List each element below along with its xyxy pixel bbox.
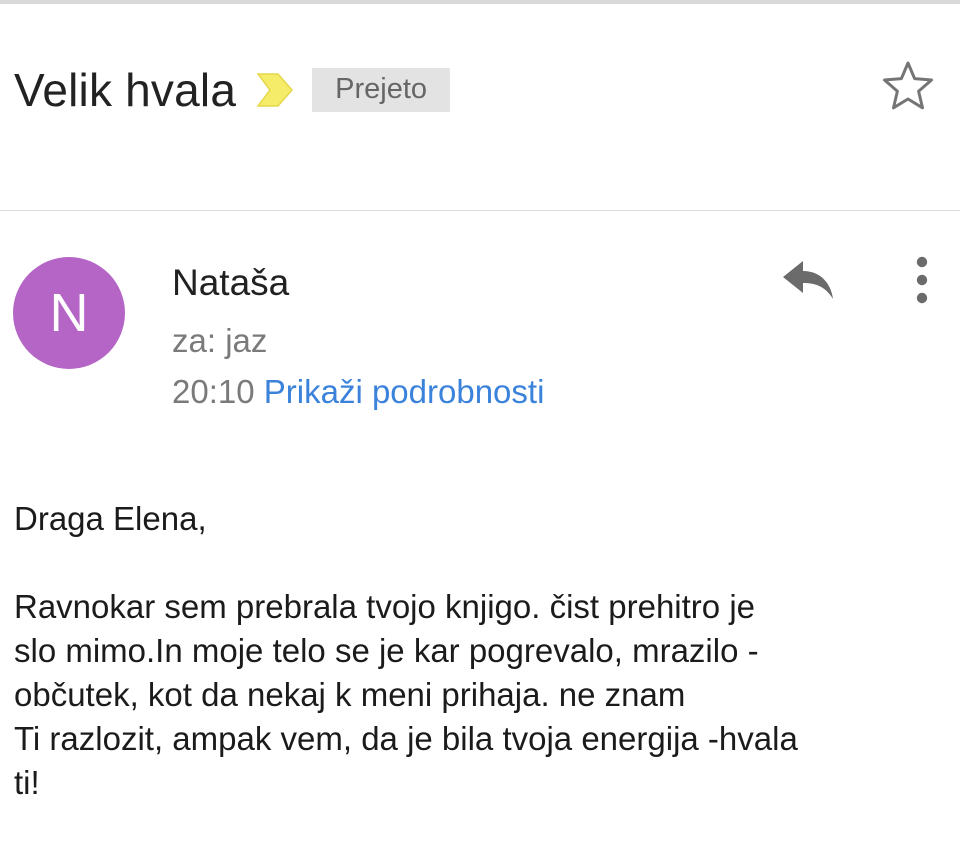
body-paragraph: Ravnokar sem prebrala tvojo knjigo. čist… bbox=[14, 585, 944, 805]
body-line: ti! bbox=[14, 764, 40, 801]
message-body: Draga Elena, Ravnokar sem prebrala tvojo… bbox=[14, 497, 944, 805]
show-details-link[interactable]: Prikaži podrobnosti bbox=[264, 373, 545, 410]
more-vert-icon bbox=[916, 256, 928, 309]
label-chip-inbox[interactable]: Prejeto bbox=[312, 68, 451, 112]
importance-marker-icon[interactable] bbox=[256, 70, 294, 110]
body-line: Ravnokar sem prebrala tvojo knjigo. čist… bbox=[14, 588, 756, 625]
body-line: Ti razlozit, ampak vem, da je bila tvoja… bbox=[14, 720, 798, 757]
header-divider bbox=[0, 210, 960, 211]
message-time: 20:10 bbox=[172, 373, 255, 410]
body-line: slo mimo.In moje telo se je kar pogreval… bbox=[14, 632, 759, 669]
more-options-button[interactable] bbox=[898, 252, 946, 312]
star-button[interactable] bbox=[880, 60, 936, 116]
time-details-row: 20:10 Prikaži podrobnosti bbox=[172, 373, 544, 411]
top-edge-divider bbox=[0, 0, 960, 4]
reply-button[interactable] bbox=[776, 254, 842, 310]
subject-row: Velik hvala Prejeto bbox=[14, 58, 451, 122]
star-outline-icon bbox=[881, 60, 935, 117]
body-line: občutek, kot da nekaj k meni prihaja. ne… bbox=[14, 676, 686, 713]
avatar-initial: N bbox=[49, 283, 89, 343]
body-greeting: Draga Elena, bbox=[14, 500, 207, 537]
sender-avatar[interactable]: N bbox=[13, 257, 125, 369]
sender-name: Nataša bbox=[172, 262, 290, 303]
reply-icon bbox=[781, 259, 837, 306]
email-subject: Velik hvala bbox=[14, 64, 237, 116]
recipient-line: za: jaz bbox=[172, 322, 268, 359]
